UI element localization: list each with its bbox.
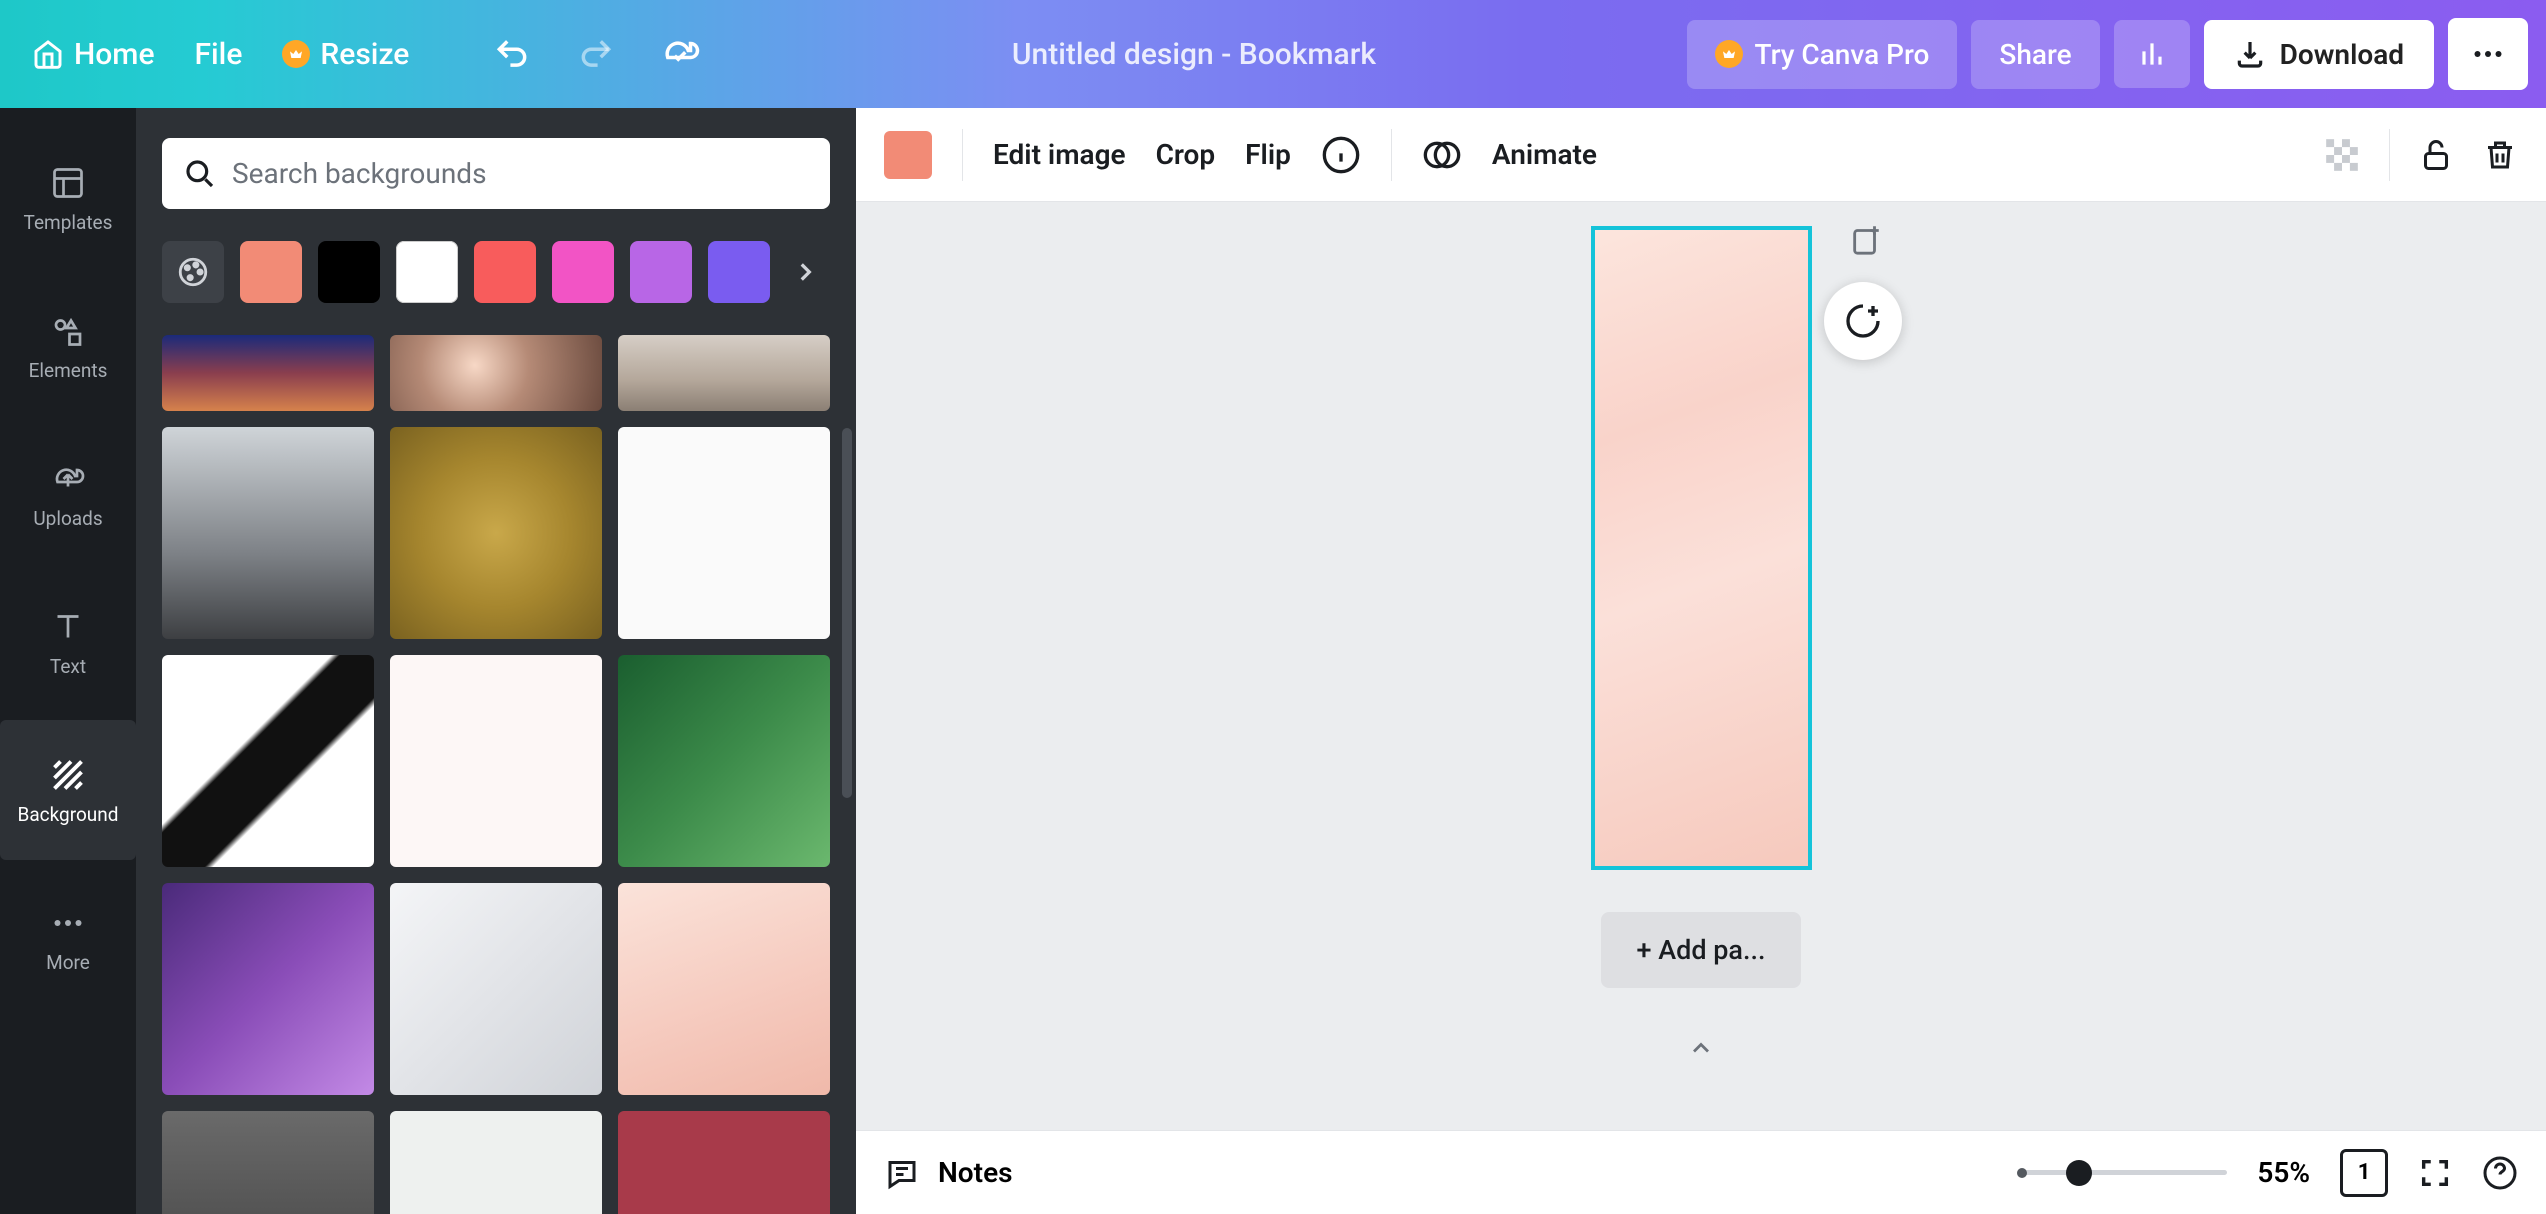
sidebar-background[interactable]: Background [0, 720, 136, 860]
add-page-button[interactable]: + Add pa... [1601, 912, 1802, 988]
resize-label: Resize [320, 37, 409, 72]
color-swatch-2[interactable] [396, 241, 458, 303]
edit-image-button[interactable]: Edit image [993, 138, 1126, 171]
ellipsis-icon [2470, 36, 2506, 72]
help-icon [2482, 1155, 2518, 1191]
share-button[interactable]: Share [1971, 20, 2099, 89]
insights-button[interactable] [2114, 20, 2190, 88]
bg-thumb-11[interactable] [618, 1111, 830, 1214]
bg-thumb-7[interactable] [390, 883, 602, 1095]
home-icon [32, 38, 64, 70]
color-picker-button[interactable] [162, 241, 224, 303]
crown-icon [1715, 40, 1743, 68]
sidebar: Templates Elements Uploads Text Backgrou… [0, 108, 136, 1214]
color-swatch-1[interactable] [318, 241, 380, 303]
sidebar-elements[interactable]: Elements [0, 276, 136, 416]
home-link[interactable]: Home [32, 37, 155, 72]
design-title[interactable]: Untitled design - Bookmark [1012, 37, 1376, 72]
fullscreen-icon [2418, 1156, 2452, 1190]
bg-thumb-8[interactable] [618, 883, 830, 1095]
color-swatch-5[interactable] [630, 241, 692, 303]
more-icon [48, 903, 88, 943]
delete-button[interactable] [2482, 137, 2518, 173]
lock-icon [2418, 137, 2454, 173]
page-indicator[interactable]: 1 [2340, 1149, 2388, 1197]
bg-thumb-top-0[interactable] [162, 335, 374, 411]
color-row [162, 241, 830, 303]
trash-icon [2482, 137, 2518, 173]
cloud-check-icon [659, 33, 701, 75]
bg-thumb-4[interactable] [390, 655, 602, 867]
lock-button[interactable] [2418, 137, 2454, 173]
circle-plus-icon [1843, 301, 1883, 341]
transparency-button[interactable] [2323, 136, 2361, 174]
footer-bar: Notes 55% 1 [856, 1130, 2546, 1214]
crown-icon [282, 40, 310, 68]
redo-button[interactable] [575, 33, 617, 75]
bg-thumb-2[interactable] [618, 427, 830, 639]
download-button[interactable]: Download [2204, 20, 2434, 89]
uploads-icon [48, 459, 88, 499]
color-swatch-4[interactable] [552, 241, 614, 303]
background-panel [136, 108, 856, 1214]
color-swatch-3[interactable] [474, 241, 536, 303]
bg-thumb-9[interactable] [162, 1111, 374, 1214]
search-input[interactable] [232, 157, 808, 190]
bg-thumb-top-1[interactable] [390, 335, 602, 411]
chart-icon [2136, 38, 2168, 70]
bg-thumb-5[interactable] [618, 655, 830, 867]
animate-button[interactable]: Animate [1492, 138, 1597, 171]
sidebar-templates[interactable]: Templates [0, 128, 136, 268]
templates-icon [48, 163, 88, 203]
sidebar-more[interactable]: More [0, 868, 136, 1008]
undo-icon [493, 35, 531, 73]
bg-thumb-0[interactable] [162, 427, 374, 639]
bg-thumb-6[interactable] [162, 883, 374, 1095]
sidebar-text[interactable]: Text [0, 572, 136, 712]
add-element-button[interactable] [1824, 282, 1902, 360]
flip-button[interactable]: Flip [1245, 138, 1291, 171]
transparency-icon [2323, 136, 2361, 174]
panel-scrollbar[interactable] [842, 428, 852, 798]
search-wrapper [162, 138, 830, 209]
more-menu-button[interactable] [2448, 18, 2528, 90]
notes-button[interactable]: Notes [884, 1155, 1013, 1191]
try-pro-button[interactable]: Try Canva Pro [1687, 20, 1958, 89]
sidebar-uploads[interactable]: Uploads [0, 424, 136, 564]
zoom-level[interactable]: 55% [2257, 1156, 2310, 1189]
add-page-icon-button[interactable] [1849, 222, 1883, 256]
help-button[interactable] [2482, 1155, 2518, 1191]
info-button[interactable] [1321, 135, 1361, 175]
bg-thumb-10[interactable] [390, 1111, 602, 1214]
download-icon [2234, 38, 2266, 70]
text-icon [48, 607, 88, 647]
bg-thumb-3[interactable] [162, 655, 374, 867]
elements-icon [48, 311, 88, 351]
bg-thumb-top-2[interactable] [618, 335, 830, 411]
context-toolbar: Edit image Crop Flip Animate [856, 108, 2546, 202]
crop-button[interactable]: Crop [1156, 138, 1216, 171]
background-icon [48, 755, 88, 795]
undo-button[interactable] [491, 33, 533, 75]
background-thumbnails [162, 335, 830, 1214]
design-canvas[interactable] [1595, 230, 1808, 866]
fullscreen-button[interactable] [2418, 1156, 2452, 1190]
color-swatch-6[interactable] [708, 241, 770, 303]
bg-thumb-1[interactable] [390, 427, 602, 639]
file-menu[interactable]: File [195, 37, 243, 72]
zoom-thumb[interactable] [2066, 1160, 2092, 1186]
effects-button[interactable] [1422, 135, 1462, 175]
cloud-status[interactable] [659, 33, 701, 75]
resize-button[interactable]: Resize [282, 37, 409, 72]
color-indicator[interactable] [884, 131, 932, 179]
notes-icon [884, 1155, 920, 1191]
color-swatch-0[interactable] [240, 241, 302, 303]
zoom-slider[interactable] [2017, 1170, 2227, 1175]
redo-icon [577, 35, 615, 73]
color-scroll-right[interactable] [792, 259, 818, 285]
expand-pages-button[interactable] [1687, 1034, 1715, 1062]
home-label: Home [74, 37, 155, 72]
search-icon [184, 158, 216, 190]
